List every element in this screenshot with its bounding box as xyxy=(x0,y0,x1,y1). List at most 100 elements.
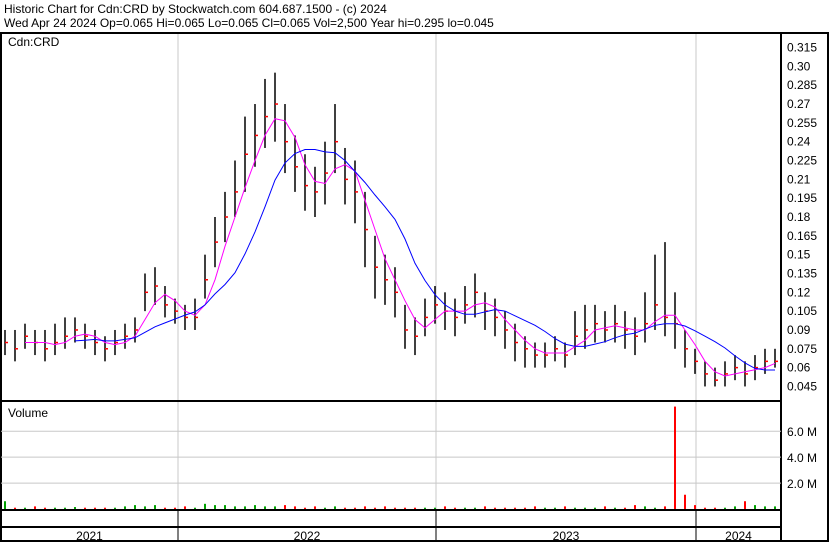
stock-chart: Historic Chart for Cdn:CRD by Stockwatch… xyxy=(0,2,829,543)
volume-bar xyxy=(604,506,606,509)
volume-bar xyxy=(764,506,766,509)
volume-bar xyxy=(14,507,16,509)
volume-bar xyxy=(44,507,46,509)
price-tick-label: 0.105 xyxy=(787,304,817,318)
price-tick-label: 0.27 xyxy=(787,97,811,111)
volume-bar xyxy=(334,506,336,509)
price-tick-label: 0.195 xyxy=(787,191,817,205)
volume-bar xyxy=(54,507,56,509)
year-label: 2022 xyxy=(294,529,321,543)
moving-average-long xyxy=(74,149,775,371)
volume-bar xyxy=(684,494,686,509)
volume-bar xyxy=(74,507,76,509)
volume-bar xyxy=(614,507,616,509)
quote-summary: Wed Apr 24 2024 Op=0.065 Hi=0.065 Lo=0.0… xyxy=(4,16,494,30)
volume-bar xyxy=(274,506,276,509)
volume-bar xyxy=(424,507,426,509)
volume-bar xyxy=(104,507,106,509)
price-tick-label: 0.30 xyxy=(787,59,811,73)
price-tick-label: 0.135 xyxy=(787,266,817,280)
volume-bar xyxy=(134,505,136,509)
volume-bar xyxy=(624,507,626,509)
volume-bar xyxy=(574,507,576,509)
price-tick-label: 0.18 xyxy=(787,210,811,224)
volume-label: Volume xyxy=(8,406,48,420)
volume-bar xyxy=(494,507,496,509)
volume-tick-label: 2.0 M xyxy=(787,477,817,491)
year-label: 2021 xyxy=(76,529,103,543)
volume-bar xyxy=(284,505,286,509)
volume-bar xyxy=(394,507,396,509)
volume-bar xyxy=(114,507,116,509)
volume-bar xyxy=(454,507,456,509)
price-tick-label: 0.225 xyxy=(787,154,817,168)
price-tick-label: 0.15 xyxy=(787,248,811,262)
volume-bar xyxy=(264,506,266,509)
volume-bar xyxy=(774,506,776,509)
volume-bar xyxy=(404,507,406,509)
volume-bar xyxy=(714,507,716,509)
volume-bar xyxy=(464,507,466,509)
volume-bar xyxy=(594,507,596,509)
volume-bar xyxy=(534,506,536,509)
price-tick-label: 0.315 xyxy=(787,41,817,55)
volume-bar xyxy=(204,503,206,509)
volume-bar xyxy=(694,505,696,509)
volume-bar xyxy=(634,505,636,509)
year-label: 2024 xyxy=(725,529,752,543)
volume-bar xyxy=(294,506,296,509)
volume-bar xyxy=(374,507,376,509)
volume-bar xyxy=(154,505,156,509)
volume-bar xyxy=(24,507,26,509)
volume-bar xyxy=(84,507,86,509)
volume-bar xyxy=(724,507,726,509)
volume-bar xyxy=(664,506,666,509)
year-label: 2023 xyxy=(553,529,580,543)
volume-bar xyxy=(184,506,186,509)
volume-bar xyxy=(344,507,346,509)
volume-bar xyxy=(144,506,146,509)
price-tick-label: 0.255 xyxy=(787,116,817,130)
volume-bar xyxy=(484,506,486,509)
price-tick-label: 0.09 xyxy=(787,323,811,337)
price-tick-label: 0.12 xyxy=(787,285,811,299)
volume-bar xyxy=(174,507,176,509)
volume-bar xyxy=(304,507,306,509)
volume-bar xyxy=(514,507,516,509)
volume-bar xyxy=(224,505,226,509)
volume-bar xyxy=(34,506,36,509)
volume-bar xyxy=(194,507,196,509)
volume-bar xyxy=(324,507,326,509)
volume-bar xyxy=(364,506,366,509)
volume-bar xyxy=(524,507,526,509)
volume-bar xyxy=(584,507,586,509)
volume-bar xyxy=(4,501,6,509)
moving-average-short xyxy=(25,118,776,377)
volume-bar xyxy=(414,507,416,509)
volume-bar xyxy=(214,505,216,509)
volume-bar xyxy=(564,506,566,509)
volume-bar xyxy=(544,507,546,509)
price-tick-label: 0.06 xyxy=(787,361,811,375)
price-tick-label: 0.21 xyxy=(787,172,811,186)
volume-bar xyxy=(314,506,316,509)
volume-bar xyxy=(554,507,556,509)
volume-bar xyxy=(244,506,246,509)
volume-bar xyxy=(734,506,736,509)
volume-tick-label: 4.0 M xyxy=(787,451,817,465)
volume-bar xyxy=(504,507,506,509)
volume-bar xyxy=(434,507,436,509)
volume-bar xyxy=(674,406,676,509)
volume-bar xyxy=(124,506,126,509)
volume-bar xyxy=(254,505,256,509)
volume-bar xyxy=(94,507,96,509)
volume-bar xyxy=(654,507,656,509)
volume-bar xyxy=(234,506,236,509)
chart-title: Historic Chart for Cdn:CRD by Stockwatch… xyxy=(4,2,387,16)
price-tick-label: 0.285 xyxy=(787,78,817,92)
volume-bar xyxy=(644,506,646,509)
price-tick-label: 0.165 xyxy=(787,229,817,243)
symbol-label: Cdn:CRD xyxy=(8,35,60,49)
volume-bar xyxy=(354,507,356,509)
volume-bar xyxy=(754,505,756,509)
